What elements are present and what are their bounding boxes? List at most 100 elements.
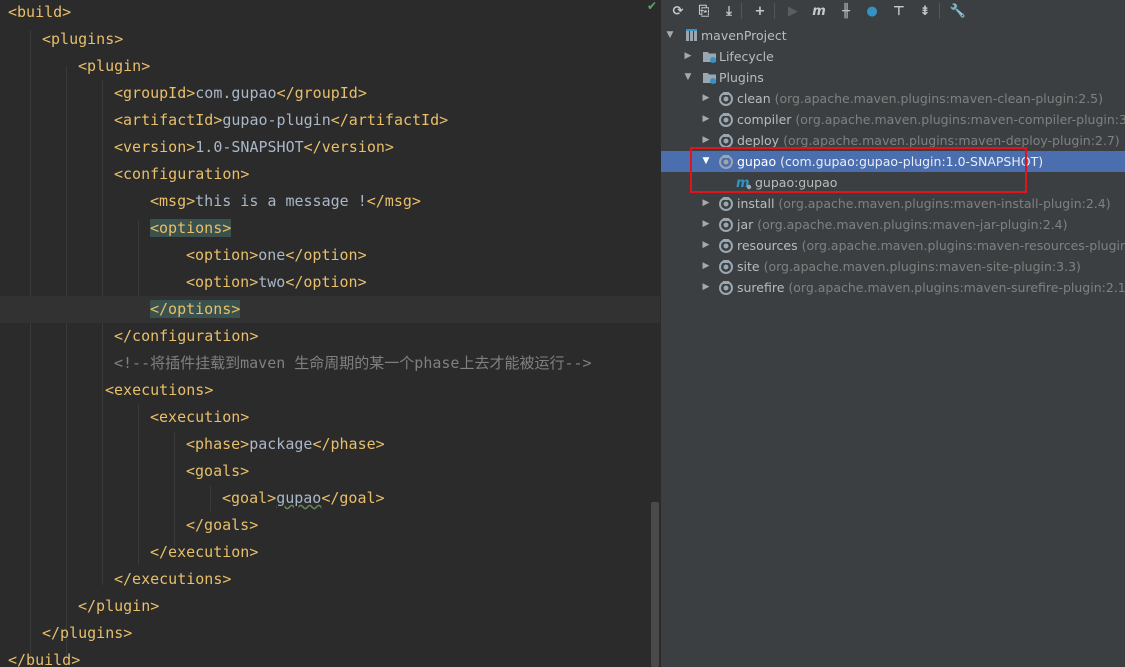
toggle-offline-icon[interactable]: ╫ <box>836 1 856 21</box>
run-icon[interactable]: ▶ <box>783 1 803 21</box>
expand-arrow-right-icon[interactable]: ▶ <box>683 46 693 67</box>
tree-node-label: clean (org.apache.maven.plugins:maven-cl… <box>737 88 1103 109</box>
add-maven-project-icon[interactable]: ⎘ <box>694 1 714 21</box>
xml-tag: <plugins> <box>42 30 124 48</box>
code-line[interactable]: </execution> <box>0 539 660 566</box>
code-editor[interactable]: <build> <plugins> <plugin> <groupId>com.gup… <box>0 0 660 667</box>
code-line[interactable]: </executions> <box>0 566 660 593</box>
plugin-coordinates: (org.apache.maven.plugins:maven-jar-plug… <box>757 217 1068 232</box>
code-line[interactable]: <groupId>com.gupao</groupId> <box>0 80 660 107</box>
tree-node-label: install (org.apache.maven.plugins:maven-… <box>737 193 1111 214</box>
tree-node-lifecycle[interactable]: ▶ Lifecycle <box>661 46 1125 67</box>
settings-wrench-icon[interactable]: 🔧 <box>948 1 968 21</box>
code-line[interactable]: <goals> <box>0 458 660 485</box>
tree-node-jar[interactable]: ▶ jar (org.apache.maven.plugins:maven-jar… <box>661 214 1125 235</box>
plugin-name: mavenProject <box>701 28 787 43</box>
code-line-content: </executions> <box>114 566 231 593</box>
code-line[interactable]: </configuration> <box>0 323 660 350</box>
plugin-coordinates: (org.apache.maven.plugins:maven-clean-pl… <box>774 91 1103 106</box>
tree-node-plugins[interactable]: ▼ Plugins <box>661 67 1125 88</box>
refresh-icon[interactable]: ⟳ <box>668 1 688 21</box>
xml-tag: <plugin> <box>78 57 151 75</box>
maven-toolbar: ⟳ ⎘ ⤓ + ▶ m ╫ ● ⊤ ⇟ 🔧 <box>661 0 1125 22</box>
download-icon[interactable]: ⤓ <box>719 1 739 21</box>
skip-tests-icon[interactable]: ● <box>862 1 882 21</box>
tree-node-surefire[interactable]: ▶ surefire (org.apache.maven.plugins:mave… <box>661 277 1125 298</box>
plugin-name: Plugins <box>719 70 764 85</box>
xml-tag: <groupId> <box>114 84 196 102</box>
code-line[interactable]: </plugins> <box>0 620 660 647</box>
code-line[interactable]: <execution> <box>0 404 660 431</box>
collapse-all-icon[interactable]: ⇟ <box>915 1 935 21</box>
code-line[interactable]: </goals> <box>0 512 660 539</box>
plugin-coordinates: (org.apache.maven.plugins:maven-compiler… <box>795 112 1125 127</box>
tree-node-resources[interactable]: ▶ resources (org.apache.maven.plugins:mav… <box>661 235 1125 256</box>
code-line[interactable]: </build> <box>0 647 660 667</box>
tree-node-site[interactable]: ▶ site (org.apache.maven.plugins:maven-si… <box>661 256 1125 277</box>
code-line-current[interactable]: </options> <box>0 296 660 323</box>
xml-tag: <version> <box>114 138 196 156</box>
plugin-icon <box>718 238 734 253</box>
code-line[interactable]: <plugin> <box>0 53 660 80</box>
code-line-content: <executions> <box>105 377 213 404</box>
code-line[interactable]: <option>one</option> <box>0 242 660 269</box>
xml-text: gupao <box>276 489 322 507</box>
xml-comment: <!--将插件挂载到maven 生命周期的某一个phase上去才能被运行--> <box>114 354 592 372</box>
tree-node-label: surefire (org.apache.maven.plugins:maven… <box>737 277 1125 298</box>
code-line[interactable]: <plugins> <box>0 26 660 53</box>
expand-arrow-right-icon[interactable]: ▶ <box>701 256 711 277</box>
tree-node-clean[interactable]: ▶ clean (org.apache.maven.plugins:maven-c… <box>661 88 1125 109</box>
expand-arrow-down-icon[interactable]: ▼ <box>665 25 675 46</box>
code-line-content: <configuration> <box>114 161 249 188</box>
tree-node-label: jar (org.apache.maven.plugins:maven-jar-… <box>737 214 1068 235</box>
xml-tag: <artifactId> <box>114 111 223 129</box>
code-line[interactable]: <phase>package</phase> <box>0 431 660 458</box>
expand-arrow-right-icon[interactable]: ▶ <box>701 214 711 235</box>
tree-node-gupao[interactable]: ▼ gupao (com.gupao:gupao-plugin:1.0-SNAPS… <box>661 151 1125 172</box>
code-line-content: <build> <box>8 0 71 26</box>
code-line[interactable]: <configuration> <box>0 161 660 188</box>
code-line[interactable]: <build> <box>0 0 660 26</box>
code-line-content: <option>one</option> <box>186 242 367 269</box>
show-dependencies-icon[interactable]: ⊤ <box>889 1 909 21</box>
code-line[interactable]: <options> <box>0 215 660 242</box>
plugin-name: site <box>737 259 760 274</box>
code-line-content: <option>two</option> <box>186 269 367 296</box>
expand-arrow-right-icon[interactable]: ▶ <box>701 88 711 109</box>
plugin-icon <box>718 196 734 211</box>
expand-arrow-right-icon[interactable]: ▶ <box>701 277 711 298</box>
tree-node-mavenproject[interactable]: ▼ mavenProject <box>661 25 1125 46</box>
code-line[interactable]: </plugin> <box>0 593 660 620</box>
code-line[interactable]: <!--将插件挂载到maven 生命周期的某一个phase上去才能被运行--> <box>0 350 660 377</box>
expand-arrow-down-icon[interactable]: ▼ <box>683 67 693 88</box>
xml-text: two <box>258 273 286 291</box>
tree-node-label: Plugins <box>719 67 764 88</box>
code-line-content: <groupId>com.gupao</groupId> <box>114 80 367 107</box>
code-line-content: </plugins> <box>42 620 132 647</box>
xml-tag: <option> <box>186 273 259 291</box>
expand-arrow-right-icon[interactable]: ▶ <box>701 130 711 151</box>
plugin-name: install <box>737 196 775 211</box>
execute-goal-icon[interactable]: m <box>809 1 829 21</box>
expand-arrow-down-icon[interactable]: ▼ <box>701 151 711 172</box>
editor-scrollbar[interactable] <box>651 502 659 667</box>
tree-node-install[interactable]: ▶ install (org.apache.maven.plugins:maven… <box>661 193 1125 214</box>
tree-node-compiler[interactable]: ▶ compiler (org.apache.maven.plugins:mave… <box>661 109 1125 130</box>
xml-tag: </phase> <box>312 435 385 453</box>
code-line[interactable]: <executions> <box>0 377 660 404</box>
xml-tag: </execution> <box>150 543 259 561</box>
code-line[interactable]: <artifactId>gupao-plugin</artifactId> <box>0 107 660 134</box>
tree-node-deploy[interactable]: ▶ deploy (org.apache.maven.plugins:maven-… <box>661 130 1125 151</box>
code-line[interactable]: <goal>gupao</goal> <box>0 485 660 512</box>
code-line[interactable]: <msg>this is a message !</msg> <box>0 188 660 215</box>
code-line[interactable]: <version>1.0-SNAPSHOT</version> <box>0 134 660 161</box>
tree-node-label: deploy (org.apache.maven.plugins:maven-d… <box>737 130 1120 151</box>
expand-arrow-right-icon[interactable]: ▶ <box>701 109 711 130</box>
tree-node-gupao-gupao[interactable]: m gupao:gupao <box>661 172 1125 193</box>
expand-arrow-right-icon[interactable]: ▶ <box>701 235 711 256</box>
expand-arrow-right-icon[interactable]: ▶ <box>701 193 711 214</box>
code-line[interactable]: <option>two</option> <box>0 269 660 296</box>
plus-icon[interactable]: + <box>750 1 770 21</box>
maven-tool-window: ⟳ ⎘ ⤓ + ▶ m ╫ ● ⊤ ⇟ 🔧 ▼ mavenProject ▶ Lifecycle ▼ Plug… <box>660 0 1125 667</box>
plugin-icon <box>718 217 734 232</box>
